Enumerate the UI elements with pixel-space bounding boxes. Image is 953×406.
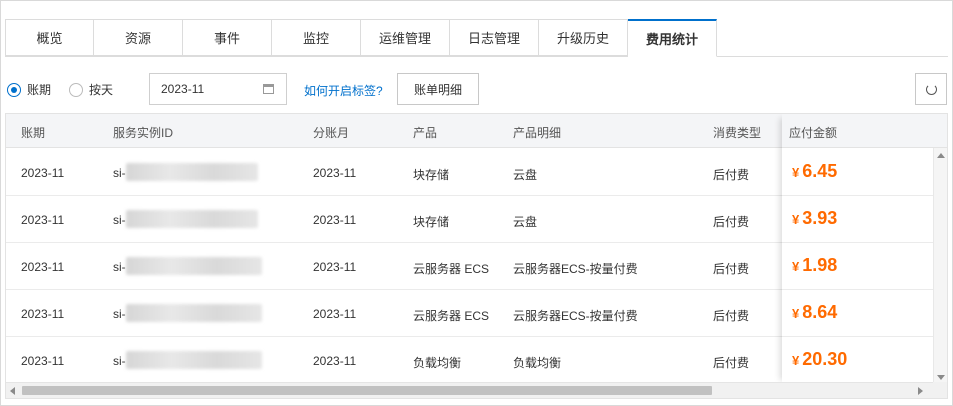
billing-table: 账期 服务实例ID 分账月 产品 产品明细 消费类型 应付金额 2023-11 … [5, 113, 948, 399]
column-header-amount: 应付金额 [789, 126, 838, 140]
amount-value: 8.64 [802, 302, 838, 322]
cell-product-detail: 云盘 [513, 168, 538, 182]
cell-instance-id: si- [113, 354, 126, 368]
cell-period: 2023-11 [21, 166, 65, 180]
vertical-scrollbar[interactable] [933, 148, 947, 384]
cell-product: 块存储 [413, 168, 450, 182]
cell-consumption-type: 后付费 [713, 309, 750, 323]
cell-instance-id: si- [113, 260, 126, 274]
tab-divider [5, 56, 948, 57]
cell-period: 2023-11 [21, 260, 65, 274]
cell-instance-id: si- [113, 213, 126, 227]
table-row: 2023-11 si- 2023-11 块存储 云盘 后付费 ¥3.93 [6, 196, 934, 243]
cell-period: 2023-11 [21, 307, 65, 321]
bill-detail-button[interactable]: 账单明细 [397, 73, 479, 105]
tab-resources[interactable]: 资源 [94, 19, 183, 56]
tab-upgrade-history[interactable]: 升级历史 [539, 19, 628, 56]
amount-value: 1.98 [802, 255, 838, 275]
currency-symbol: ¥ [792, 353, 800, 368]
cell-period: 2023-11 [21, 354, 65, 368]
currency-symbol: ¥ [792, 259, 800, 274]
redacted-instance-id [126, 163, 258, 181]
cell-instance-id: si- [113, 307, 126, 321]
cell-split-month: 2023-11 [313, 260, 357, 274]
column-header-instance-id: 服务实例ID [113, 126, 174, 140]
cell-product-detail: 云盘 [513, 215, 538, 229]
cell-product-detail: 负载均衡 [513, 356, 562, 370]
table-header: 账期 服务实例ID 分账月 产品 产品明细 消费类型 应付金额 [6, 114, 947, 148]
radio-billing-period-label: 账期 [27, 83, 52, 97]
amount-value: 3.93 [802, 208, 838, 228]
redacted-instance-id [126, 210, 258, 228]
tab-cost-statistics[interactable]: 费用统计 [628, 19, 717, 57]
refresh-icon [925, 83, 937, 95]
tab-events[interactable]: 事件 [183, 19, 272, 56]
cell-consumption-type: 后付费 [713, 356, 750, 370]
scroll-down-icon[interactable] [937, 375, 945, 380]
table-row: 2023-11 si- 2023-11 负载均衡 负载均衡 后付费 ¥20.30 [6, 337, 934, 384]
scroll-left-icon[interactable] [10, 387, 15, 395]
month-picker-value: 2023-11 [161, 82, 205, 96]
table-row: 2023-11 si- 2023-11 块存储 云盘 后付费 ¥6.45 [6, 149, 934, 196]
cell-consumption-type: 后付费 [713, 262, 750, 276]
cell-product: 块存储 [413, 215, 450, 229]
radio-daily[interactable]: 按天 [69, 81, 113, 98]
cell-amount: ¥20.30 [792, 349, 847, 370]
cell-amount: ¥3.93 [792, 208, 837, 229]
tab-overview[interactable]: 概览 [5, 19, 94, 56]
table-row: 2023-11 si- 2023-11 云服务器 ECS 云服务器ECS-按量付… [6, 243, 934, 290]
column-header-product-detail: 产品明细 [513, 126, 562, 140]
cell-period: 2023-11 [21, 213, 65, 227]
cell-amount: ¥6.45 [792, 161, 837, 182]
cell-amount: ¥1.98 [792, 255, 837, 276]
column-header-consumption-type: 消费类型 [713, 126, 762, 140]
radio-billing-period[interactable]: 账期 [7, 81, 51, 98]
currency-symbol: ¥ [792, 212, 800, 227]
scroll-up-icon[interactable] [937, 153, 945, 158]
column-header-split-month: 分账月 [313, 126, 350, 140]
calendar-icon[interactable] [263, 84, 274, 94]
cell-split-month: 2023-11 [313, 354, 357, 368]
scroll-right-icon[interactable] [918, 387, 923, 395]
currency-symbol: ¥ [792, 306, 800, 321]
radio-daily-label: 按天 [89, 83, 114, 97]
cell-product: 负载均衡 [413, 356, 462, 370]
cell-instance-id: si- [113, 166, 126, 180]
column-header-product: 产品 [413, 126, 438, 140]
scrollbar-corner [933, 382, 947, 398]
redacted-instance-id [126, 351, 262, 369]
month-picker[interactable]: 2023-11 [149, 73, 287, 105]
refresh-button[interactable] [915, 73, 947, 105]
horizontal-scroll-thumb[interactable] [22, 386, 712, 395]
cell-product-detail: 云服务器ECS-按量付费 [513, 262, 638, 276]
column-header-period: 账期 [21, 126, 46, 140]
tab-monitoring[interactable]: 监控 [272, 19, 361, 56]
cell-product: 云服务器 ECS [413, 262, 490, 276]
amount-value: 20.30 [802, 349, 848, 369]
cell-split-month: 2023-11 [313, 307, 357, 321]
redacted-instance-id [126, 257, 262, 275]
cell-consumption-type: 后付费 [713, 215, 750, 229]
radio-unchecked-icon [69, 82, 83, 97]
cell-amount: ¥8.64 [792, 302, 837, 323]
cell-product: 云服务器 ECS [413, 309, 490, 323]
tab-ops-management[interactable]: 运维管理 [361, 19, 450, 56]
radio-checked-icon [7, 82, 21, 97]
cell-product-detail: 云服务器ECS-按量付费 [513, 309, 638, 323]
toolbar: 账期 按天 2023-11 如何开启标签? 账单明细 [1, 73, 953, 105]
tag-help-link[interactable]: 如何开启标签? [304, 82, 383, 99]
redacted-instance-id [126, 304, 262, 322]
cell-split-month: 2023-11 [313, 213, 357, 227]
tab-log-management[interactable]: 日志管理 [450, 19, 539, 56]
amount-value: 6.45 [802, 161, 838, 181]
table-row: 2023-11 si- 2023-11 云服务器 ECS 云服务器ECS-按量付… [6, 290, 934, 337]
app-frame: 概览 资源 事件 监控 运维管理 日志管理 升级历史 费用统计 账期 按天 20… [0, 0, 953, 406]
cell-consumption-type: 后付费 [713, 168, 750, 182]
horizontal-scrollbar[interactable] [6, 382, 935, 398]
currency-symbol: ¥ [792, 165, 800, 180]
tab-bar: 概览 资源 事件 监控 运维管理 日志管理 升级历史 费用统计 [5, 19, 717, 57]
cell-split-month: 2023-11 [313, 166, 357, 180]
